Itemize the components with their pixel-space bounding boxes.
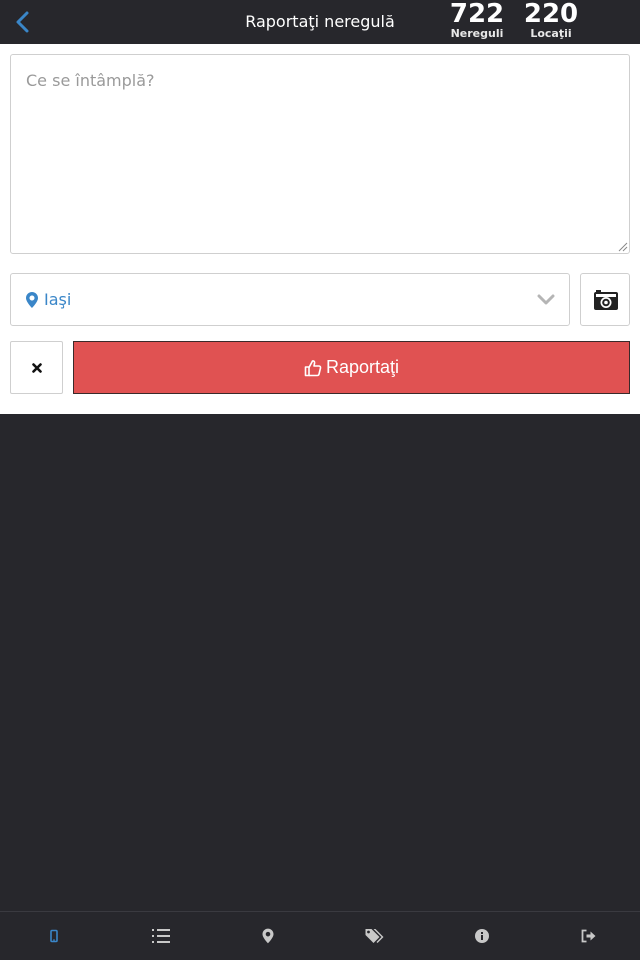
close-icon bbox=[32, 363, 42, 373]
header-bar: Raportaţi neregulă 722 Nereguli 220 Loca… bbox=[0, 0, 640, 44]
description-textarea[interactable] bbox=[10, 54, 630, 254]
nav-item-map[interactable] bbox=[214, 912, 321, 960]
sign-out-icon bbox=[581, 929, 595, 943]
nav-item-logout[interactable] bbox=[535, 912, 640, 960]
thumbs-up-icon bbox=[304, 359, 322, 376]
app-root: Raportaţi neregulă 722 Nereguli 220 Loca… bbox=[0, 0, 640, 960]
location-selected-value: Iaşi bbox=[44, 290, 72, 309]
report-form-panel: Iaşi bbox=[0, 44, 640, 414]
chevron-left-icon bbox=[16, 11, 29, 33]
issues-count-stat: 722 Nereguli bbox=[446, 0, 508, 40]
page-title: Raportaţi neregulă bbox=[245, 12, 395, 31]
ordered-list-icon bbox=[151, 929, 170, 943]
locations-count-stat: 220 Locaţii bbox=[520, 0, 582, 40]
camera-icon bbox=[594, 290, 618, 310]
map-marker-icon bbox=[26, 292, 38, 308]
locations-count-value: 220 bbox=[523, 0, 579, 29]
map-marker-icon bbox=[262, 928, 273, 944]
location-select[interactable]: Iaşi bbox=[10, 273, 570, 326]
back-button[interactable] bbox=[10, 8, 36, 36]
locations-count-label: Locaţii bbox=[530, 27, 572, 40]
nav-item-tags[interactable] bbox=[321, 912, 428, 960]
mobile-icon bbox=[49, 929, 58, 943]
nav-item-info[interactable] bbox=[428, 912, 535, 960]
chevron-down-icon bbox=[537, 294, 555, 305]
issues-count-label: Nereguli bbox=[450, 27, 504, 40]
tags-icon bbox=[365, 929, 383, 943]
camera-button[interactable] bbox=[580, 273, 630, 326]
report-button[interactable]: Raportaţi bbox=[73, 341, 630, 394]
nav-item-report[interactable] bbox=[0, 912, 107, 960]
report-button-label: Raportaţi bbox=[325, 357, 400, 377]
nav-item-list[interactable] bbox=[107, 912, 214, 960]
cancel-button[interactable] bbox=[10, 341, 63, 394]
bottom-nav bbox=[0, 911, 640, 960]
issues-count-value: 722 bbox=[449, 0, 505, 29]
info-icon bbox=[474, 929, 489, 943]
